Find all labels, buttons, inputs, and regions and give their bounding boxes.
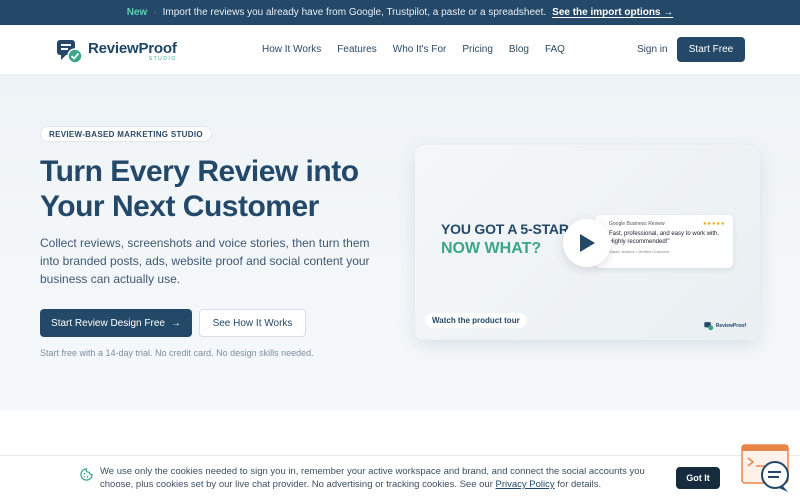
brand-logo-icon <box>704 322 713 331</box>
privacy-policy-link[interactable]: Privacy Policy <box>496 479 555 490</box>
nav-pricing[interactable]: Pricing <box>462 44 493 55</box>
nav-who-its-for[interactable]: Who It's For <box>393 44 447 55</box>
brand-name: ReviewProof <box>88 39 177 57</box>
chat-support-icon[interactable] <box>741 444 793 494</box>
nav-blog[interactable]: Blog <box>509 44 529 55</box>
site-header: ReviewProof STUDIO How It Works Features… <box>0 25 800 75</box>
cookie-icon <box>80 468 93 481</box>
brand-logo[interactable]: ReviewProof STUDIO <box>56 37 177 65</box>
video-headline-line2: NOW WHAT? <box>441 240 542 257</box>
new-label: New <box>126 7 148 18</box>
start-review-design-button[interactable]: Start Review Design Free → <box>40 309 192 337</box>
watch-tour-label: Watch the product tour <box>425 313 527 328</box>
video-brand-logo: ReviewProof <box>704 321 746 331</box>
sign-in-link[interactable]: Sign in <box>637 44 668 55</box>
cookie-banner: We use only the cookies needed to sign y… <box>0 455 800 500</box>
cookie-message: We use only the cookies needed to sign y… <box>100 465 675 491</box>
video-brand-name: ReviewProof <box>715 323 746 329</box>
review-stars: ★★★★★ <box>702 221 725 227</box>
nav-how-it-works[interactable]: How It Works <box>262 44 321 55</box>
import-options-link[interactable]: See the import options → <box>552 7 673 18</box>
product-tour-video[interactable]: YOU GOT A 5-STAR REVIEW. NOW WHAT? Googl… <box>415 145 760 340</box>
sample-review-card: Google Business Review ★★★★★ Fast, profe… <box>595 215 733 268</box>
play-button[interactable] <box>563 219 611 267</box>
main-nav: How It Works Features Who It's For Prici… <box>262 44 565 55</box>
announcement-text: Import the reviews you already have from… <box>162 7 547 18</box>
hero-description: Collect reviews, screenshots and voice s… <box>40 236 370 286</box>
see-how-it-works-button[interactable]: See How It Works <box>199 309 306 337</box>
brand-logo-icon <box>57 40 83 64</box>
arrow-right-icon: → <box>170 317 181 329</box>
announcement-bar: New · Import the reviews you already hav… <box>0 0 800 25</box>
arrow-right-icon: → <box>663 7 674 18</box>
start-review-design-label: Start Review Design Free <box>51 317 165 329</box>
hero-section: REVIEW-BASED MARKETING STUDIO Turn Every… <box>0 75 800 410</box>
import-options-link-label: See the import options <box>552 7 661 18</box>
cookie-text-end: for details. <box>554 479 602 490</box>
nav-faq[interactable]: FAQ <box>545 44 565 55</box>
hero-badge: REVIEW-BASED MARKETING STUDIO <box>40 126 212 142</box>
play-icon <box>580 234 595 252</box>
accept-cookies-button[interactable]: Got It <box>676 467 720 489</box>
nav-features[interactable]: Features <box>337 44 376 55</box>
review-body: Fast, professional, and easy to work wit… <box>609 231 720 245</box>
start-free-button[interactable]: Start Free <box>677 37 745 62</box>
hero-headline: Turn Every Review into Your Next Custome… <box>40 155 359 223</box>
separator: · <box>153 7 157 18</box>
brand-sub: STUDIO <box>148 55 177 62</box>
review-author: Sarah Jenkins • Verified Customer <box>609 249 670 254</box>
trial-fineprint: Start free with a 14-day trial. No credi… <box>40 348 314 358</box>
